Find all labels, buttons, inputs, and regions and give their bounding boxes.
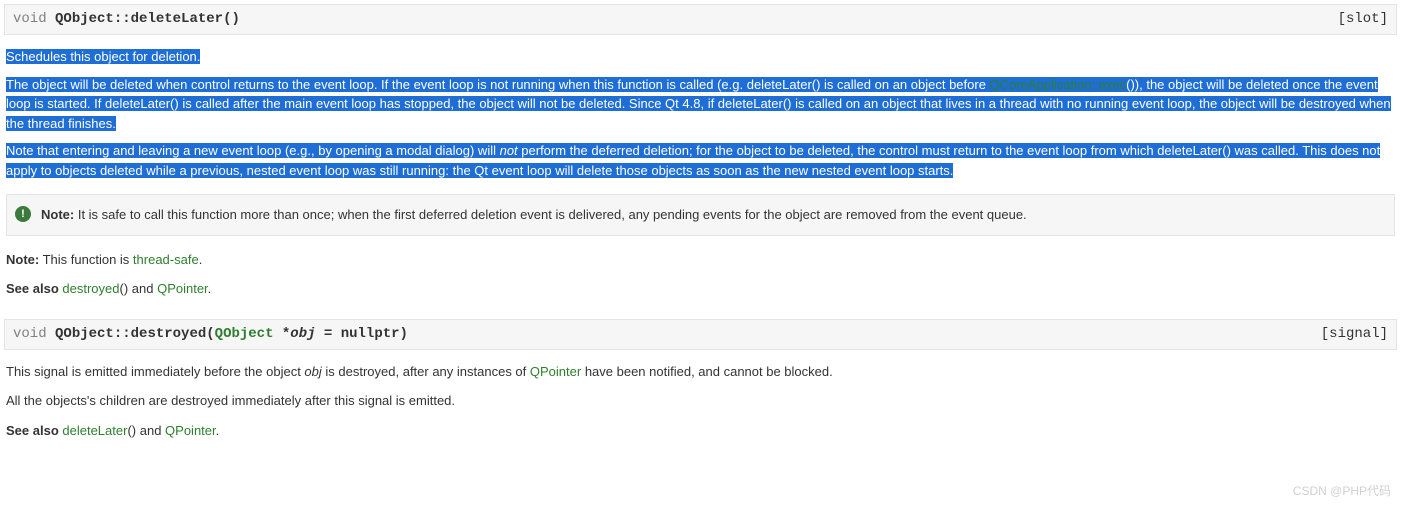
- return-type: void: [13, 11, 47, 27]
- info-icon: !: [15, 206, 31, 222]
- params: (): [223, 11, 240, 27]
- desc-p2: The object will be deleted when control …: [6, 75, 1395, 134]
- param-name: obj: [290, 326, 315, 342]
- function-name: destroyed: [131, 326, 207, 342]
- link-qcoreapplication-exec[interactable]: QCoreApplication::exec: [990, 77, 1127, 92]
- class-scope: QObject::: [55, 326, 131, 342]
- desc-p3: Note that entering and leaving a new eve…: [6, 141, 1395, 180]
- function-name: deleteLater: [131, 11, 223, 27]
- function-header-destroyed: void QObject::destroyed(QObject *obj = n…: [4, 319, 1397, 350]
- class-scope: QObject::: [55, 11, 131, 27]
- link-destroyed[interactable]: destroyed: [62, 281, 119, 296]
- function-signature: void QObject::deleteLater(): [13, 9, 240, 30]
- desc-destroyed-p2: All the objects's children are destroyed…: [6, 391, 1395, 411]
- link-deletelater[interactable]: deleteLater: [62, 423, 127, 438]
- function-signature: void QObject::destroyed(QObject *obj = n…: [13, 324, 408, 345]
- desc-p1: Schedules this object for deletion.: [6, 47, 1395, 67]
- see-also-2: See also deleteLater() and QPointer.: [6, 421, 1395, 441]
- link-qpointer-3[interactable]: QPointer: [165, 423, 216, 438]
- link-qpointer-1[interactable]: QPointer: [157, 281, 208, 296]
- param-type: QObject: [215, 326, 274, 342]
- function-header-deleteLater: void QObject::deleteLater() [slot]: [4, 4, 1397, 35]
- note-text: Note: It is safe to call this function m…: [41, 205, 1027, 225]
- return-type: void: [13, 326, 47, 342]
- link-qpointer-2[interactable]: QPointer: [530, 364, 581, 379]
- thread-safe-note: Note: This function is thread-safe.: [6, 250, 1395, 270]
- see-also-1: See also destroyed() and QPointer.: [6, 279, 1395, 299]
- desc-destroyed-p1: This signal is emitted immediately befor…: [6, 362, 1395, 382]
- link-thread-safe[interactable]: thread-safe: [133, 252, 199, 267]
- watermark: CSDN @PHP代码: [1293, 482, 1391, 500]
- slot-tag: [slot]: [1338, 9, 1388, 30]
- signal-tag: [signal]: [1321, 324, 1388, 345]
- note-box: ! Note: It is safe to call this function…: [6, 194, 1395, 236]
